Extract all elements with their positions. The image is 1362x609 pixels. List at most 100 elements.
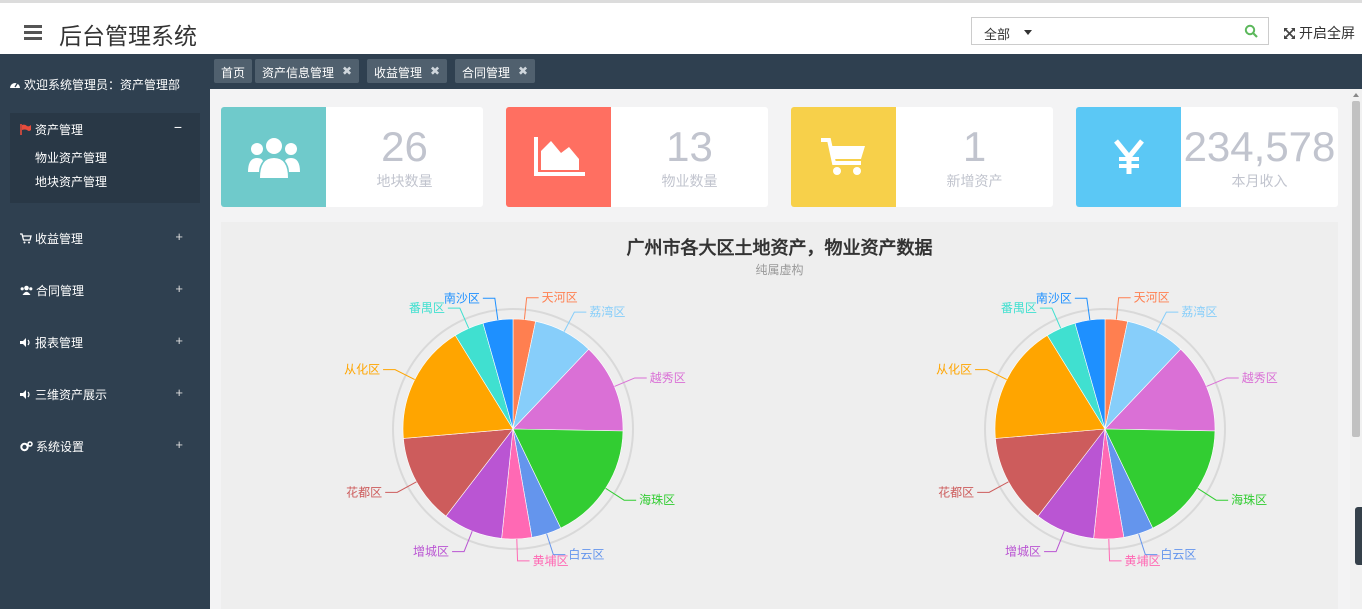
tab-asset-info[interactable]: 资产信息管理 ✖ xyxy=(255,59,360,83)
pie-label-line xyxy=(1115,297,1131,320)
menu-toggle-icon[interactable] xyxy=(24,25,42,40)
sidebar-item-label: 收益管理 xyxy=(35,231,84,246)
stat-card-property: 13 物业数量 xyxy=(506,107,768,207)
sidebar-subitem-property[interactable]: 物业资产管理 xyxy=(35,149,107,166)
stat-label: 物业数量 xyxy=(661,173,718,189)
pie-label: 越秀区 xyxy=(650,371,686,385)
pie-label: 荔湾区 xyxy=(589,304,625,319)
flag-icon xyxy=(20,124,31,135)
pie-label-line xyxy=(523,297,539,320)
pie-label: 花都区 xyxy=(346,484,382,499)
pie-label: 海珠区 xyxy=(639,492,675,507)
pie-label: 增城区 xyxy=(413,545,449,559)
stat-card-new-assets: 1 新增资产 xyxy=(791,107,1053,207)
sidebar-item-contracts[interactable]: 合同管理 + xyxy=(20,280,190,300)
expand-plus-icon: + xyxy=(175,333,183,348)
pie-label: 白云区 xyxy=(1160,547,1196,562)
pie-label: 南沙区 xyxy=(1036,290,1072,305)
sidebar: 欢迎系统管理员：资产管理部 资产管理 − 物业资产管理 地块资产管理 收益管理 … xyxy=(0,54,210,609)
sidebar-item-label: 三维资产展示 xyxy=(35,387,108,402)
stat-icon-box xyxy=(1076,107,1181,207)
expand-icon xyxy=(1284,27,1295,39)
sidebar-item-revenue[interactable]: 收益管理 + xyxy=(20,228,190,248)
stat-value: 26 xyxy=(381,123,428,170)
pie-label: 黄埔区 xyxy=(1125,554,1161,568)
tab-contracts[interactable]: 合同管理 ✖ xyxy=(455,59,536,83)
volume-icon xyxy=(20,337,30,347)
stat-label: 地块数量 xyxy=(376,173,433,189)
pie-label: 白云区 xyxy=(568,547,604,562)
stat-value: 1 xyxy=(962,123,987,170)
stat-icon-box xyxy=(506,107,611,207)
tab-home[interactable]: 首页 xyxy=(214,59,253,83)
search-icon[interactable] xyxy=(1244,24,1258,38)
pie-label-line xyxy=(516,538,530,562)
sidebar-item-settings[interactable]: 系统设置 + xyxy=(20,436,190,456)
pie-charts: 天河区荔湾区越秀区海珠区白云区黄埔区增城区花都区从化区番禺区南沙区 天河区荔湾区越… xyxy=(344,290,1278,568)
pie-label: 番禺区 xyxy=(409,301,445,315)
collapse-icon[interactable]: − xyxy=(174,119,182,135)
yen-icon xyxy=(1113,139,1144,174)
pie-label-line xyxy=(482,297,499,321)
pie-chart-1: 天河区荔湾区越秀区海珠区白云区黄埔区 增城区 花都区 从化区 番禺区南沙区 xyxy=(344,290,686,568)
pie-label-line xyxy=(1206,377,1239,387)
pie-label-line xyxy=(975,369,1007,381)
tab-label: 收益管理 xyxy=(374,66,423,80)
pie-chart-2: 天河区荔湾区越秀区海珠区白云区黄埔区 增城区 花都区 从化区 番禺区南沙区 xyxy=(936,290,1278,568)
welcome-text: 欢迎系统管理员：资产管理部 xyxy=(9,76,180,93)
pie-label: 天河区 xyxy=(1134,291,1170,305)
pie-label-line xyxy=(977,481,1009,493)
pie-label-line xyxy=(614,377,647,387)
stat-icon-box xyxy=(791,107,896,207)
tab-label: 资产信息管理 xyxy=(262,66,335,80)
pie-label-line xyxy=(1108,538,1122,562)
pie-label: 从化区 xyxy=(936,363,972,377)
pie-label: 天河区 xyxy=(542,291,578,305)
close-icon[interactable]: ✖ xyxy=(430,64,440,83)
app-title: 后台管理系统 xyxy=(59,23,197,49)
stat-value: 234,578 xyxy=(1183,123,1336,170)
sidebar-item-reports[interactable]: 报表管理 + xyxy=(20,332,190,352)
expand-plus-icon: + xyxy=(175,281,183,296)
area-chart-icon xyxy=(533,137,585,176)
cart-icon xyxy=(820,138,865,175)
sidebar-item-3d[interactable]: 三维资产展示 + xyxy=(20,384,190,404)
volume-icon xyxy=(20,389,30,399)
close-icon[interactable]: ✖ xyxy=(342,64,352,83)
stat-label: 本月收入 xyxy=(1231,173,1288,189)
chart-title: 广州市各大区土地资产，物业资产数据 xyxy=(626,238,933,259)
welcome-label: 欢迎系统管理员：资产管理部 xyxy=(24,78,181,92)
scope-select-value: 全部 xyxy=(984,27,1011,42)
scrollbar-thumb[interactable] xyxy=(1352,101,1360,437)
sidebar-group-assets: 资产管理 − 物业资产管理 地块资产管理 xyxy=(10,113,200,203)
users-icon xyxy=(20,285,33,295)
users-icon xyxy=(247,138,300,178)
side-widget-tab[interactable] xyxy=(1355,507,1362,565)
caret-down-icon xyxy=(1024,30,1032,35)
tab-bar: 首页 资产信息管理 ✖ 收益管理 ✖ 合同管理 ✖ xyxy=(210,54,1362,89)
pie-label-line xyxy=(1074,297,1091,321)
sidebar-subitem-land[interactable]: 地块资产管理 xyxy=(35,173,107,190)
sidebar-item-label: 报表管理 xyxy=(35,335,84,350)
tab-revenue[interactable]: 收益管理 ✖ xyxy=(367,59,448,83)
pie-label-line xyxy=(385,481,417,493)
sidebar-item-assets-label: 资产管理 xyxy=(35,123,84,137)
expand-plus-icon: + xyxy=(175,229,183,244)
main-content: 26 地块数量 13 物业数量 1 新增资产 234,578 本月收入 天河区 … xyxy=(210,89,1350,609)
stat-label: 新增资产 xyxy=(946,173,1003,189)
chart-panel: 天河区 荔湾区 越秀区 海珠区 白云区 黄埔区 增城区 花都区 从化区 番禺区 南沙区 天河区 荔湾区越… xyxy=(221,222,1338,609)
pie-label: 黄埔区 xyxy=(533,554,569,568)
search-input[interactable] xyxy=(1040,17,1269,45)
gears-icon xyxy=(20,440,33,451)
fullscreen-button[interactable]: 开启全屏 xyxy=(1283,23,1355,43)
pie-label: 番禺区 xyxy=(1001,301,1037,315)
scope-select[interactable]: 全部 xyxy=(971,17,1041,45)
scroll-up-icon[interactable] xyxy=(1353,93,1359,97)
stat-card-income: 234,578 本月收入 xyxy=(1076,107,1338,207)
close-icon[interactable]: ✖ xyxy=(518,64,528,83)
top-bar: 后台管理系统 全部 开启全屏 xyxy=(0,0,1362,54)
stat-icon-box xyxy=(221,107,326,207)
tab-label: 合同管理 xyxy=(462,66,511,80)
sidebar-item-assets[interactable]: 资产管理 xyxy=(20,121,83,138)
stat-card-land: 26 地块数量 xyxy=(221,107,483,207)
